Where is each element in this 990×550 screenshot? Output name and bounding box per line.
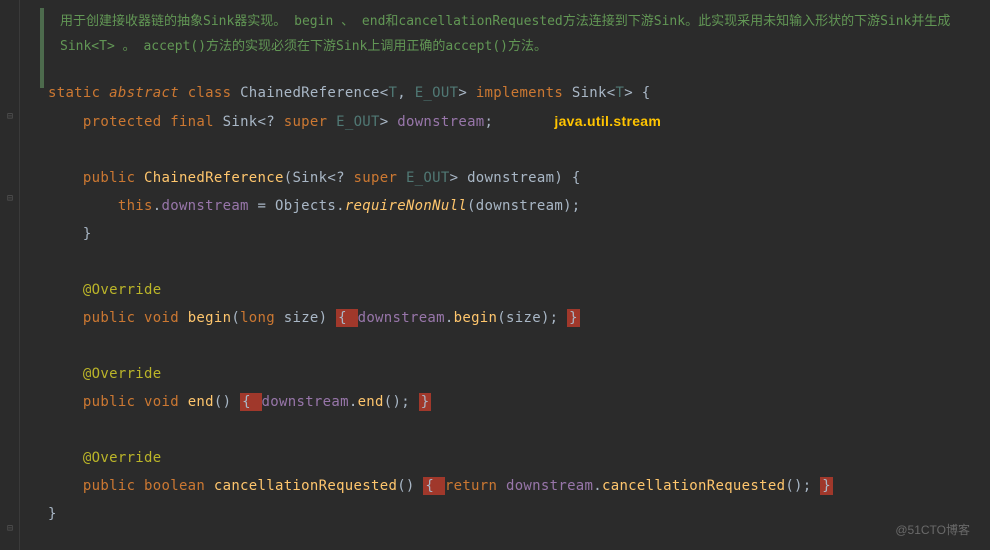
method-begin: public void begin(long size) { downstrea… <box>48 304 990 332</box>
class-declaration: static abstract class ChainedReference<T… <box>48 79 990 107</box>
fold-marker-icon[interactable]: ⊟ <box>7 108 13 126</box>
override-annotation: @Override <box>48 276 990 304</box>
doc-comment-border <box>40 8 44 88</box>
editor-gutter <box>0 0 20 550</box>
constructor-body: this.downstream = Objects.requireNonNull… <box>48 192 990 220</box>
blank-line <box>48 248 990 276</box>
fold-marker-icon[interactable]: ⊟ <box>7 190 13 208</box>
blank-line <box>48 416 990 444</box>
method-end: public void end() { downstream.end(); } <box>48 388 990 416</box>
override-annotation: @Override <box>48 360 990 388</box>
code-editor[interactable]: static abstract class ChainedReference<T… <box>0 69 990 528</box>
field-declaration: protected final Sink<? super E_OUT> down… <box>48 107 990 136</box>
fold-marker-icon[interactable]: ⊟ <box>7 520 13 538</box>
override-annotation: @Override <box>48 444 990 472</box>
javadoc-comment: 用于创建接收器链的抽象Sink器实现。 begin 、 end和cancella… <box>0 0 990 69</box>
close-brace: } <box>48 500 990 528</box>
blank-line <box>48 136 990 164</box>
constructor-declaration: public ChainedReference(Sink<? super E_O… <box>48 164 990 192</box>
watermark: @51CTO博客 <box>895 520 970 542</box>
blank-line <box>48 332 990 360</box>
method-cancel: public boolean cancellationRequested() {… <box>48 472 990 500</box>
close-brace: } <box>48 220 990 248</box>
package-annotation: java.util.stream <box>554 113 661 129</box>
